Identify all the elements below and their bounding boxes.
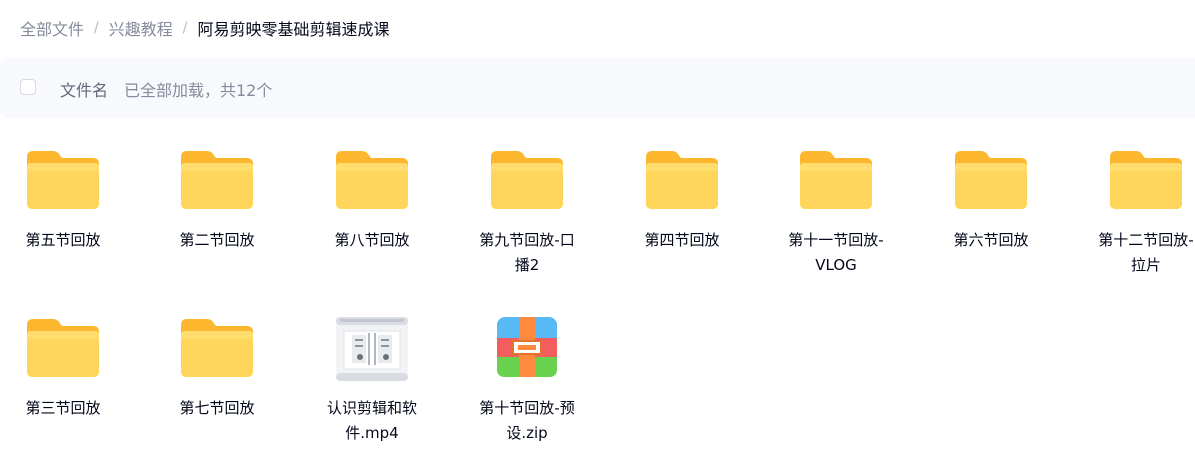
file-name-label: 第六节回放 xyxy=(953,231,1029,249)
folder-item[interactable]: 第二节回放 xyxy=(152,137,282,287)
breadcrumb-current-folder: 阿易剪映零基础剪辑速成课 xyxy=(197,20,390,39)
folder-icon xyxy=(949,137,1033,221)
folder-icon xyxy=(794,137,878,221)
folder-item[interactable]: 第八节回放 xyxy=(307,137,437,287)
zip-archive-icon xyxy=(485,305,569,389)
file-name-label: 认识剪辑和软件.mp4 xyxy=(326,399,417,442)
folder-icon xyxy=(175,305,259,389)
folder-item[interactable]: 第十二节回放-拉片 xyxy=(1081,137,1195,287)
file-item[interactable]: 认识剪辑和软件.mp4 xyxy=(307,305,437,455)
folder-icon xyxy=(21,137,105,221)
breadcrumb-interest-tutorials[interactable]: 兴趣教程 xyxy=(109,16,173,40)
folder-icon xyxy=(21,305,105,389)
file-name-label: 第九节回放-口播2 xyxy=(479,231,575,274)
folder-item[interactable]: 第七节回放 xyxy=(152,305,282,455)
file-name-label: 第四节回放 xyxy=(644,231,720,249)
file-name-label: 第十节回放-预设.zip xyxy=(479,399,575,442)
folder-item[interactable]: 第九节回放-口播2 xyxy=(462,137,592,287)
breadcrumb-separator: / xyxy=(182,20,188,36)
file-name-label: 第三节回放 xyxy=(25,399,101,417)
folder-item[interactable]: 第四节回放 xyxy=(617,137,747,287)
file-name-label: 第十一节回放-VLOG xyxy=(788,231,884,274)
file-name-label: 第十二节回放-拉片 xyxy=(1098,231,1194,274)
folder-icon xyxy=(1104,137,1188,221)
breadcrumb-separator: / xyxy=(94,20,99,36)
folder-item[interactable]: 第六节回放 xyxy=(926,137,1056,287)
folder-icon xyxy=(175,137,259,221)
select-all-checkbox[interactable] xyxy=(20,79,36,95)
folder-item[interactable]: 第五节回放 xyxy=(0,137,128,287)
folder-icon xyxy=(330,137,414,221)
folder-item[interactable]: 第十一节回放-VLOG xyxy=(771,137,901,287)
breadcrumb-all-files[interactable]: 全部文件 xyxy=(20,16,84,40)
file-name-label: 第二节回放 xyxy=(179,231,255,249)
file-item[interactable]: 第十节回放-预设.zip xyxy=(462,305,592,455)
filename-column-label[interactable]: 文件名 xyxy=(60,77,108,101)
folder-item[interactable]: 第三节回放 xyxy=(0,305,128,455)
video-thumbnail-icon xyxy=(330,305,414,389)
folder-icon xyxy=(485,137,569,221)
folder-icon xyxy=(640,137,724,221)
file-list-header: 文件名 已全部加载，共12个 xyxy=(0,58,1195,118)
load-status-text: 已全部加载，共12个 xyxy=(124,81,273,100)
breadcrumb: 全部文件 / 兴趣教程 / 阿易剪映零基础剪辑速成课 xyxy=(20,15,389,41)
file-name-label: 第八节回放 xyxy=(334,231,410,249)
file-name-label: 第五节回放 xyxy=(25,231,101,249)
file-name-label: 第七节回放 xyxy=(179,399,255,417)
